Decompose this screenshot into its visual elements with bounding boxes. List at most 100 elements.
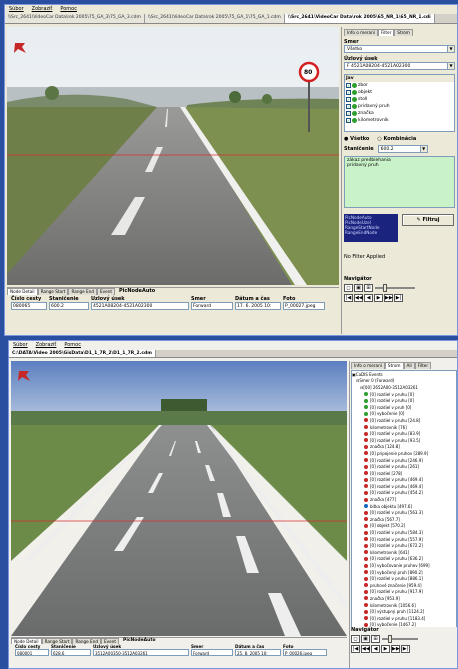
tab-filter[interactable]: Filter <box>414 362 432 369</box>
tree-root[interactable]: ▣ CaDIS Events <box>352 371 456 378</box>
prev-icon[interactable]: ◀ <box>371 645 380 653</box>
list-item[interactable]: ✓ zbor <box>345 82 454 89</box>
checkbox-icon[interactable]: ✓ <box>346 97 351 102</box>
tree-event-item[interactable]: značka [953.9] <box>352 595 456 602</box>
first-icon[interactable]: |◀ <box>344 294 353 302</box>
tree-event-item[interactable]: [0] vybočenie [0] <box>352 411 456 418</box>
list-item[interactable]: ✓ kilometrovník <box>345 117 454 124</box>
checkbox-icon[interactable]: ✓ <box>346 104 351 109</box>
prev-fast-icon[interactable]: ◀◀ <box>354 294 363 302</box>
prev-icon[interactable]: ◀ <box>364 294 373 302</box>
tree-event-item[interactable]: [0] rozdiel v pruhu [672.2] <box>352 542 456 549</box>
list-item[interactable]: ✓ stoll <box>345 96 454 103</box>
list-item[interactable]: ✓ objekt <box>345 89 454 96</box>
tree-event-item[interactable]: [0] rozdiel v pruhu [24.8] <box>352 417 456 424</box>
tree-event-item[interactable]: [0] rozdiel v pruhu [1183.4] <box>352 615 456 622</box>
zoom-in-icon[interactable]: ⊞ <box>371 635 380 643</box>
tree-event-item[interactable]: značka [567.7] <box>352 516 456 523</box>
filter-button[interactable]: ✎ Filtruj <box>402 214 454 226</box>
tab-strom[interactable]: Strom <box>394 29 413 36</box>
tree-event-item[interactable]: [0] rozdiel v pruhu [0] <box>352 397 456 404</box>
tab-all[interactable]: All <box>403 362 415 369</box>
checkbox-icon[interactable]: ✓ <box>346 111 351 116</box>
tree-event-item[interactable]: [0] výstupný pruh [1124.2] <box>352 608 456 615</box>
chevron-down-icon[interactable]: ▼ <box>447 46 454 52</box>
tree-event-item[interactable]: [0] rozdiel v pruhu [454.2] <box>352 490 456 497</box>
next-icon[interactable]: ▶ <box>374 294 383 302</box>
tree-event-item[interactable]: značka [477] <box>352 496 456 503</box>
list-item[interactable]: ✓ pridavný pruh <box>345 103 454 110</box>
navigator-slider[interactable] <box>375 284 415 292</box>
menu-pomoc[interactable]: Pomoc <box>60 6 77 13</box>
tree-event-item[interactable]: [0] rozdiel v pruhu [246.9] <box>352 457 456 464</box>
last-icon[interactable]: ▶| <box>394 294 403 302</box>
radio-combo[interactable]: ○ Kombinácia <box>377 136 416 142</box>
zoom-out-icon[interactable]: ◻ <box>351 635 360 643</box>
next-icon[interactable]: ▶ <box>381 645 390 653</box>
tree-event-item[interactable]: kilometrovník [76] <box>352 424 456 431</box>
tree-event-item[interactable]: [0] rozdiel v pruhu [886.1] <box>352 575 456 582</box>
checkbox-icon[interactable]: ✓ <box>346 83 351 88</box>
zoom-out-icon[interactable]: ◻ <box>344 284 353 292</box>
tree-event-item[interactable]: [0] rozdiel v pruhu [636.2] <box>352 556 456 563</box>
tree-event-item[interactable]: [0] rozdiel v pruhu [917.9] <box>352 589 456 596</box>
tree-event-item[interactable]: [0] rozdiel v pruhu [469.4] <box>352 477 456 484</box>
chevron-down-icon[interactable]: ▼ <box>447 63 454 69</box>
checkbox-icon[interactable]: ✓ <box>346 118 351 123</box>
tab-info[interactable]: Info o meraní <box>351 362 385 369</box>
tree-node[interactable]: ⊟ [00] 2652A00-3512A03261 <box>352 384 456 391</box>
tree-event-item[interactable]: [0] rozdiel v pruh [0] <box>352 404 456 411</box>
menu-subor[interactable]: Súbor <box>13 342 28 349</box>
navigator-slider[interactable] <box>382 635 418 643</box>
doc-tab-2[interactable]: \\Src_2641\VideoCar Data\rok 2005\75_GA_… <box>144 14 285 23</box>
tree-event-item[interactable]: [0] rozdiel v pruhu [563.3] <box>352 509 456 516</box>
first-icon[interactable]: |◀ <box>351 645 360 653</box>
event-tree[interactable]: ▣ CaDIS Events ⊟ Smer 0 (Forward) ⊟ [00]… <box>351 370 457 652</box>
zoom-fit-icon[interactable]: ▣ <box>354 284 363 292</box>
tab-strom[interactable]: Strom <box>384 362 404 369</box>
tree-event-item[interactable]: [0] pripojenie pruhov [289.9] <box>352 450 456 457</box>
tree-event-item[interactable]: značka [124.8] <box>352 444 456 451</box>
tree-event-item[interactable]: [0] rozdiel v pruhu [469.4] <box>352 483 456 490</box>
tree-event-item[interactable]: [0] rozdiel v pruhu [261] <box>352 463 456 470</box>
tab-range-start[interactable]: Range Start <box>37 288 69 295</box>
tree-event-item[interactable]: [0] rozdiel [278] <box>352 470 456 477</box>
tab-range-end[interactable]: Range End <box>68 288 98 295</box>
tree-event-item[interactable]: [0] objekt [570.2] <box>352 523 456 530</box>
tree-event-item[interactable]: bitka objektu [497.6] <box>352 503 456 510</box>
tree-event-item[interactable]: [0] vybočovanie pruhov [699] <box>352 562 456 569</box>
next-fast-icon[interactable]: ▶▶ <box>384 294 393 302</box>
menu-pomoc[interactable]: Pomoc <box>64 342 81 349</box>
doc-tab-main[interactable]: C:\DATA\Video 2005\GisData\D1_1_7R_2\D1_… <box>9 350 156 357</box>
next-fast-icon[interactable]: ▶▶ <box>391 645 400 653</box>
zoom-fit-icon[interactable]: ▣ <box>361 635 370 643</box>
menu-zobrazit[interactable]: Zobraziť <box>32 6 53 13</box>
zoom-in-icon[interactable]: ⊞ <box>364 284 373 292</box>
smer-select[interactable]: Všetko ▼ <box>344 45 455 53</box>
list-item[interactable]: ✓ značka <box>345 110 454 117</box>
menu-zobrazit[interactable]: Zobraziť <box>36 342 57 349</box>
tree-event-item[interactable]: kilometrovník [641] <box>352 549 456 556</box>
menu-subor[interactable]: Súbor <box>9 6 24 13</box>
tree-event-item[interactable]: kilometrovník [1056.6] <box>352 602 456 609</box>
slider-handle[interactable] <box>383 284 387 292</box>
tree-event-item[interactable]: [0] rozdiel v pruhu [83.9] <box>352 430 456 437</box>
tab-info[interactable]: Info o meraní <box>344 29 378 36</box>
doc-tab-3[interactable]: \\Src_2641\VideoCar Data\rok 2005\65_NR_… <box>284 14 435 23</box>
prev-fast-icon[interactable]: ◀◀ <box>361 645 370 653</box>
tab-node-detail[interactable]: Node Detail <box>7 288 38 295</box>
last-icon[interactable]: ▶| <box>401 645 410 653</box>
tree-event-item[interactable]: [0] rozdiel v pruhu [557.9] <box>352 536 456 543</box>
checkbox-icon[interactable]: ✓ <box>346 90 351 95</box>
tree-event-item[interactable]: [0] rozdiel v pruhu [93.5] <box>352 437 456 444</box>
usek-select[interactable]: F 4521A08204-4521A02300 ▼ <box>344 62 455 70</box>
tree-event-item[interactable]: [0] rozdiel v pruhu [584.3] <box>352 529 456 536</box>
tree-event-item[interactable]: pruhové značenie [959.4] <box>352 582 456 589</box>
chevron-down-icon[interactable]: ▼ <box>419 146 427 152</box>
tree-event-item[interactable]: [0] rozdiel v pruhu [0] <box>352 391 456 398</box>
tree-sub[interactable]: ⊟ Smer 0 (Forward) <box>352 378 456 385</box>
staniccenie-select[interactable]: 600.2 ▼ <box>377 145 428 153</box>
doc-tab-1[interactable]: \\Src_2641\VideoCar Data\rok 2005\75_GA_… <box>5 14 145 23</box>
tree-event-item[interactable]: [0] vybočený pruh [890.2] <box>352 569 456 576</box>
tab-filter[interactable]: Filter <box>377 29 395 36</box>
